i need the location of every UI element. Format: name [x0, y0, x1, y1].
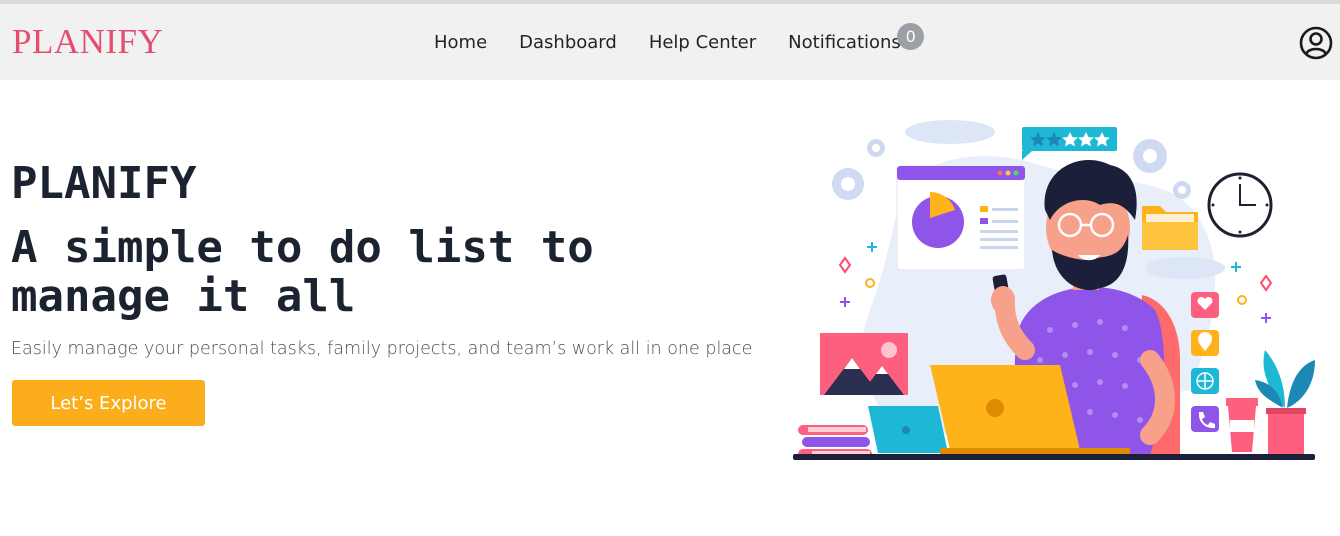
hero-title: A simple to do list to manage it all — [11, 222, 594, 322]
books-icon — [798, 425, 872, 459]
phone-icon — [1191, 406, 1219, 432]
lets-explore-button[interactable]: Let’s Explore — [12, 380, 205, 426]
nav-link-notifications[interactable]: Notifications — [788, 32, 901, 53]
image-frame-icon — [820, 333, 908, 395]
globe-icon — [1191, 368, 1219, 394]
heart-icon — [1191, 292, 1219, 318]
nav-link-home[interactable]: Home — [434, 31, 487, 55]
hero-section: PLANIFY A simple to do list to manage it… — [0, 80, 1340, 536]
hero-brand: PLANIFY — [11, 158, 197, 209]
hero-illustration — [793, 120, 1315, 460]
notifications-wrapper: Notifications 0 — [788, 23, 925, 55]
hero-subtitle: Easily manage your personal tasks, famil… — [11, 339, 753, 359]
clock-icon — [1207, 172, 1273, 238]
dashboard-window — [896, 165, 1026, 271]
coffee-cup-icon — [1226, 398, 1258, 452]
folder-icon — [1142, 206, 1198, 250]
nav-links: Home Dashboard Help Center Notifications… — [434, 23, 925, 55]
laptop-device — [930, 365, 1080, 450]
notification-count-badge: 0 — [897, 23, 925, 50]
plant-icon — [1255, 350, 1315, 454]
nav-link-help-center[interactable]: Help Center — [649, 31, 756, 55]
user-circle-icon[interactable] — [1299, 26, 1333, 60]
nav-link-dashboard[interactable]: Dashboard — [519, 31, 617, 55]
cloud-shape — [1145, 257, 1225, 279]
brand-logo[interactable]: PLANIFY — [12, 22, 163, 62]
rating-banner — [1022, 127, 1117, 160]
cloud-shape — [905, 120, 995, 144]
location-pin-icon — [1191, 330, 1219, 356]
navbar: PLANIFY Home Dashboard Help Center Notif… — [0, 4, 1340, 80]
